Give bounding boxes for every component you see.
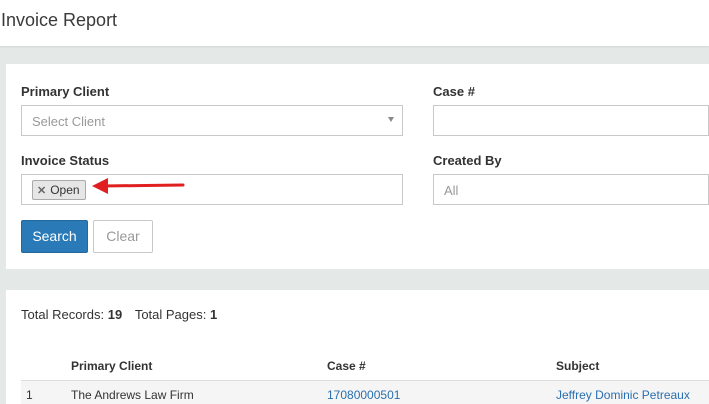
primary-client-placeholder: Select Client <box>32 114 105 129</box>
created-by-select[interactable]: All <box>433 174 709 205</box>
results-summary: Total Records: 19 Total Pages: 1 <box>21 307 217 322</box>
primary-client-label: Primary Client <box>21 84 110 99</box>
total-records-count: 19 <box>107 307 123 322</box>
filter-panel: Primary Client Select Client Case # Invo… <box>6 64 709 269</box>
remove-tag-icon[interactable]: ✕ <box>37 185 46 197</box>
column-header-primary-client[interactable]: Primary Client <box>71 359 152 373</box>
status-tag-open[interactable]: ✕ Open <box>32 180 86 200</box>
status-tag-label: Open <box>50 183 80 197</box>
page-title: Invoice Report <box>1 10 118 30</box>
total-records-label: Total Records: <box>21 307 105 322</box>
column-header-subject[interactable]: Subject <box>556 359 599 373</box>
total-pages-count: 1 <box>209 307 218 322</box>
row-case-number-link[interactable]: 17080000501 <box>327 388 400 402</box>
page-header: Invoice Report <box>0 0 709 46</box>
annotation-arrow <box>92 178 185 194</box>
total-pages-label: Total Pages: <box>134 307 207 322</box>
case-number-label: Case # <box>433 84 475 99</box>
row-number: 1 <box>26 388 33 402</box>
column-header-case-number[interactable]: Case # <box>327 359 366 373</box>
created-by-placeholder: All <box>444 183 459 198</box>
search-button[interactable]: Search <box>21 220 88 253</box>
chevron-down-icon[interactable] <box>388 117 394 122</box>
row-primary-client: The Andrews Law Firm <box>71 388 194 402</box>
results-panel: Total Records: 19 Total Pages: 1 Primary… <box>6 290 709 404</box>
row-subject-link[interactable]: Jeffrey Dominic Petreaux <box>556 388 690 402</box>
invoice-status-label: Invoice Status <box>21 153 110 168</box>
invoice-status-multiselect[interactable]: ✕ Open <box>21 174 403 205</box>
primary-client-select[interactable]: Select Client <box>21 105 403 136</box>
created-by-label: Created By <box>433 153 502 168</box>
clear-button[interactable]: Clear <box>93 220 153 253</box>
case-number-input[interactable] <box>433 105 709 136</box>
